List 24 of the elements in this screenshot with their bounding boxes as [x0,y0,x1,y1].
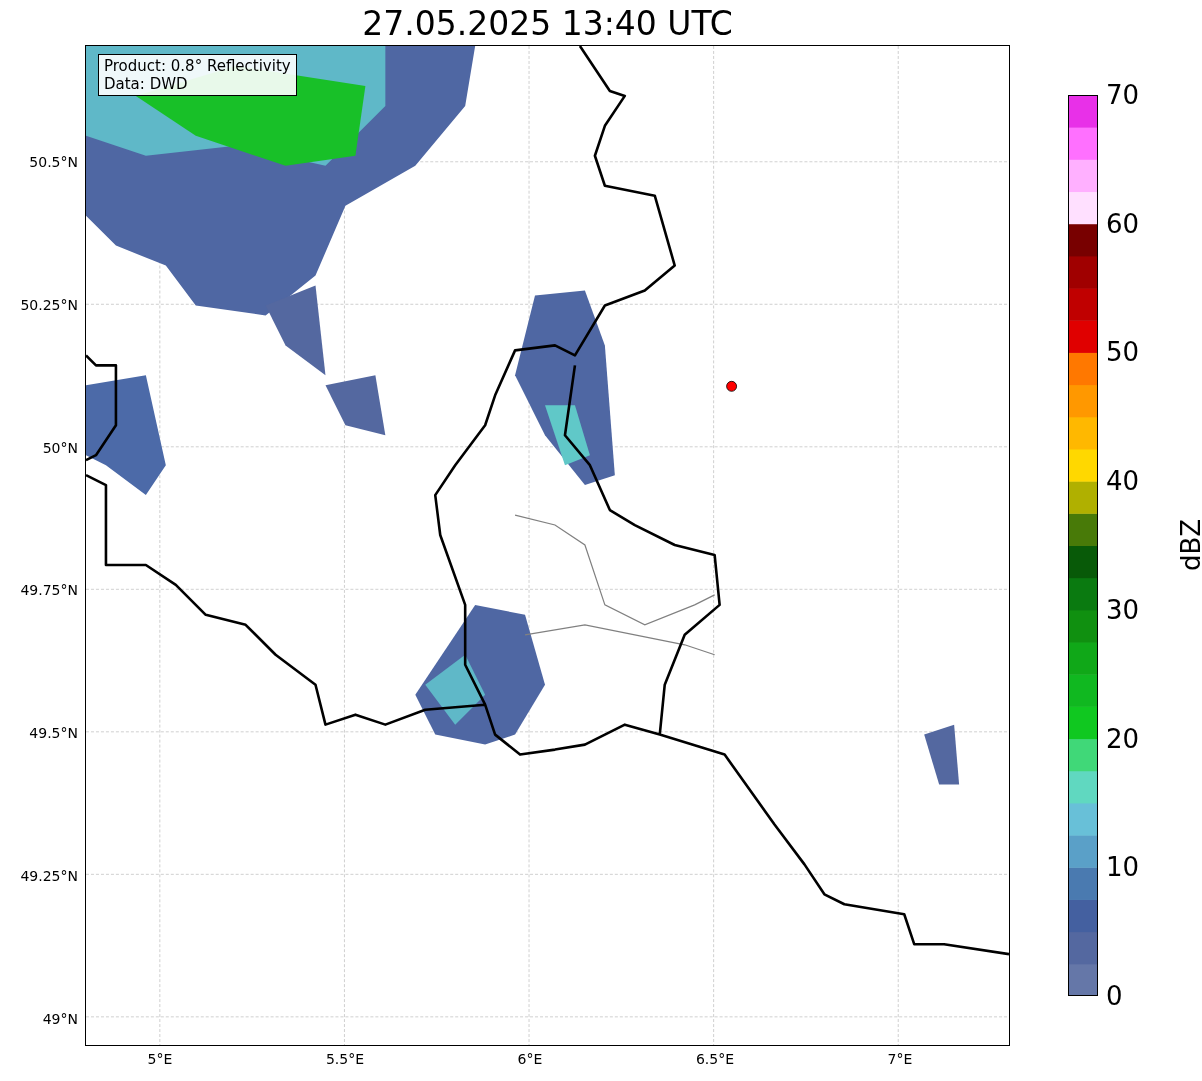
annotation-text: Data: DWD [104,75,189,93]
tick-label: 50°N [42,439,78,456]
tick-label: 49.25°N [20,868,78,884]
chart-title: 27.05.2025 13:40 UTC [361,4,734,43]
tick-label: 6.5°E [695,1051,735,1067]
tick-label: 60 [1106,208,1140,239]
tick-label: 20 [1106,723,1140,754]
tick-label: 70 [1106,80,1140,110]
tick-label: 49.75°N [20,582,78,599]
tick-label: 49.5°N [29,725,78,742]
colorbar-label: dBZ [1176,518,1202,572]
tick-label: 10 [1106,852,1140,883]
tick-label: 5°E [147,1051,173,1067]
tick-label: 7°E [887,1051,913,1067]
tick-label: 5.5°E [325,1051,365,1067]
annotation-text: Product: 0.8° Reflectivity [104,57,291,75]
tick-label: 30 [1106,594,1140,625]
tick-label: 50.5°N [29,154,78,170]
tick-label: 49°N [42,1010,78,1027]
tick-label: 40 [1106,466,1140,497]
tick-label: 50 [1106,337,1140,368]
tick-label: 6°E [517,1051,543,1067]
tick-label: 50.25°N [20,296,78,313]
tick-label: 0 [1106,980,1123,1011]
